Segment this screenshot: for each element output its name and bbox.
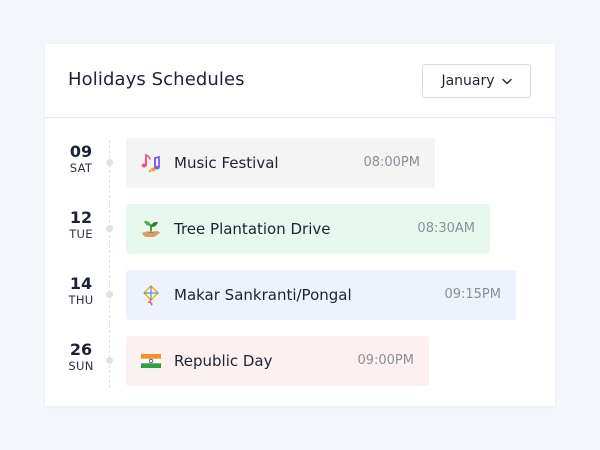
event-time: 09:00PM	[357, 353, 414, 368]
event-date: 09 SAT	[57, 142, 105, 176]
event-day-number: 09	[69, 142, 93, 161]
event-weekday: SAT	[69, 161, 93, 175]
schedule-row: 14 THU Makar Sankranti/Pongal 09:15PM	[45, 270, 555, 320]
event-time: 08:30AM	[417, 221, 475, 236]
event-weekday: SUN	[68, 359, 94, 373]
page-title: Holidays Schedules	[68, 69, 245, 90]
event-day-number: 12	[69, 208, 93, 227]
event-time: 09:15PM	[444, 287, 501, 302]
event-name: Makar Sankranti/Pongal	[174, 286, 352, 304]
music-notes-icon	[140, 152, 162, 174]
timeline-dot	[106, 291, 113, 298]
chevron-down-icon	[501, 78, 512, 85]
plant-hand-icon	[140, 218, 162, 240]
event-name: Republic Day	[174, 352, 273, 370]
kite-icon	[140, 284, 162, 306]
timeline-dot	[106, 357, 113, 364]
timeline-dot	[106, 225, 113, 232]
holidays-card: Holidays Schedules January 09 SAT Music …	[45, 44, 555, 406]
event-name: Music Festival	[174, 154, 279, 172]
event-card-republic-day[interactable]: Republic Day 09:00PM	[126, 336, 429, 386]
event-card-music-festival[interactable]: Music Festival 08:00PM	[126, 138, 435, 188]
schedule-row: 26 SUN Republic Day 09:00PM	[45, 336, 555, 386]
timeline-dot	[106, 159, 113, 166]
event-card-tree-plantation[interactable]: Tree Plantation Drive 08:30AM	[126, 204, 490, 254]
month-dropdown[interactable]: January	[422, 64, 531, 98]
event-day-number: 14	[69, 274, 93, 293]
event-time: 08:00PM	[363, 155, 420, 170]
schedule-row: 12 TUE Tree Plantation Drive 08:30AM	[45, 204, 555, 254]
india-flag-icon	[140, 350, 162, 372]
event-day-number: 26	[69, 340, 93, 359]
event-name: Tree Plantation Drive	[174, 220, 331, 238]
event-date: 12 TUE	[57, 208, 105, 242]
event-date: 26 SUN	[57, 340, 105, 374]
event-card-makar-sankranti[interactable]: Makar Sankranti/Pongal 09:15PM	[126, 270, 516, 320]
schedule-row: 09 SAT Music Festival 08:00PM	[45, 138, 555, 188]
event-date: 14 THU	[57, 274, 105, 308]
month-dropdown-value: January	[441, 73, 495, 89]
event-weekday: TUE	[69, 227, 93, 241]
event-weekday: THU	[68, 293, 94, 307]
card-header: Holidays Schedules January	[45, 44, 555, 118]
